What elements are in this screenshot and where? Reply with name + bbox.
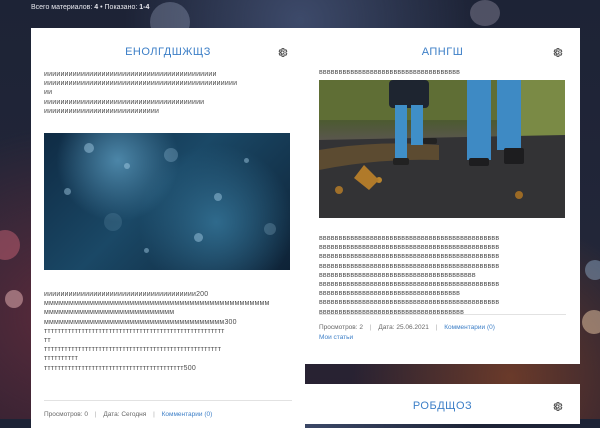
comments-link[interactable]: Комментарии (0) bbox=[444, 324, 495, 331]
text-line: вввввввввввввввввввввввввввввввввввввввв… bbox=[319, 281, 500, 289]
text-line: тттттттттттттттттттттттттттттттттттттттт… bbox=[44, 327, 225, 335]
article-card: РОБДЩОЗ bbox=[305, 384, 580, 424]
article-title[interactable]: РОБДЩОЗ bbox=[305, 400, 580, 412]
text-line: иииииииииииииииииииииииииииииииииииииии bbox=[44, 98, 205, 106]
text-line: тттттттттттттттттттттттттттттттттттттттт… bbox=[44, 346, 222, 354]
comments-link[interactable]: Комментарии (0) bbox=[162, 411, 213, 418]
divider bbox=[319, 314, 566, 315]
article-card: АПНГШ вввввввввввввввввввввввввввввввввв… bbox=[305, 28, 580, 364]
article-body: иииииииииииииииииииииииииииииииииииии200… bbox=[44, 290, 294, 373]
text-line: мммммммммммммммммммммммммммммммммммм300 bbox=[44, 318, 237, 326]
background-bokeh bbox=[0, 230, 20, 260]
article-title[interactable]: ЕНОЛГДШЖЩЗ bbox=[31, 46, 305, 58]
summary-shown-label: Показано: bbox=[104, 4, 138, 11]
article-image-walking bbox=[319, 80, 565, 218]
divider bbox=[44, 400, 292, 401]
date-label: Дата: bbox=[103, 411, 120, 418]
meta-separator: | bbox=[153, 411, 155, 418]
article-image-bokeh bbox=[44, 133, 290, 270]
article-card: ЕНОЛГДШЖЩЗ иииииииииииииииииииииииииииии… bbox=[31, 28, 305, 428]
summary-shown: 1-4 bbox=[139, 4, 150, 11]
gear-icon[interactable] bbox=[552, 47, 563, 58]
summary-label: Всего материалов: bbox=[31, 4, 93, 11]
date-value: Сегодня bbox=[121, 411, 147, 418]
views-label: Просмотров: bbox=[319, 324, 358, 331]
text-line: ииииииииииииииииииииииииииииииииииииииии… bbox=[44, 80, 238, 88]
views-count: 2 bbox=[359, 324, 363, 331]
text-line: вввввввввввввввввввввввввввввввввввввввв… bbox=[319, 299, 500, 307]
text-line: вввввввввввввввввввввввввввввввввввввввв… bbox=[319, 235, 500, 242]
text-line: мммммммммммммммммммммммммммммммммммммммм… bbox=[44, 300, 270, 308]
text-line: вввввввввввввввввввввввввввввввввввв bbox=[319, 290, 461, 298]
background-bokeh bbox=[582, 310, 600, 334]
text-line: вввввввввввввввввввввввввввввввввввввввв bbox=[319, 271, 476, 279]
text-line: ввввввввввввввввввввввввввввввввввввв bbox=[319, 308, 464, 316]
background-bokeh bbox=[470, 0, 500, 26]
meta-separator: | bbox=[435, 324, 438, 331]
my-articles-link[interactable]: Мои статьи bbox=[319, 334, 353, 341]
article-meta-extra: Мои статьи bbox=[319, 334, 353, 341]
walking-photo bbox=[319, 80, 565, 218]
article-title[interactable]: АПНГШ bbox=[305, 46, 580, 58]
date-label: Дата: bbox=[378, 324, 395, 331]
background-bokeh bbox=[585, 260, 600, 280]
meta-separator: | bbox=[369, 324, 372, 331]
article-meta: Просмотров: 2 | Дата: 25.06.2021 | Комме… bbox=[319, 324, 495, 331]
summary-separator: • bbox=[100, 4, 103, 11]
materials-summary: Всего материалов: 4 • Показано: 1-4 bbox=[31, 4, 149, 11]
gear-icon[interactable] bbox=[277, 47, 288, 58]
gear-icon[interactable] bbox=[552, 401, 563, 412]
views-count: 0 bbox=[84, 411, 88, 418]
date-value: 25.06.2021 bbox=[396, 324, 429, 331]
text-line: ии bbox=[44, 89, 53, 97]
text-line: тттттттттт bbox=[44, 355, 79, 363]
text-line: тттттттттттттттттттттттттттттттттттттттт… bbox=[44, 364, 196, 372]
text-line: вввввввввввввввввввввввввввввввввввв bbox=[319, 69, 461, 76]
background-bokeh bbox=[5, 290, 23, 308]
text-line: вввввввввввввввввввввввввввввввввввввввв… bbox=[319, 244, 500, 252]
text-line: ииииииииииииииииииииииииииии bbox=[44, 107, 160, 115]
text-line: вввввввввввввввввввввввввввввввввввввввв… bbox=[319, 262, 500, 270]
text-line: ииииииииииииииииииииииииииииииииииииииии… bbox=[44, 71, 217, 78]
text-line: иииииииииииииииииииииииииииииииииииии200 bbox=[44, 291, 209, 298]
summary-count: 4 bbox=[94, 4, 99, 11]
meta-separator: | bbox=[94, 411, 97, 418]
views-label: Просмотров: bbox=[44, 411, 83, 418]
article-intro: ииииииииииииииииииииииииииииииииииииииии… bbox=[44, 70, 294, 116]
text-line: тт bbox=[44, 337, 51, 345]
article-body: вввввввввввввввввввввввввввввввввввввввв… bbox=[319, 234, 569, 317]
text-line: мммммммммммммммммммммммммм bbox=[44, 309, 175, 317]
article-meta: Просмотров: 0 | Дата: Сегодня | Коммента… bbox=[44, 411, 212, 418]
text-line: вввввввввввввввввввввввввввввввввввввввв… bbox=[319, 253, 500, 261]
article-intro: вввввввввввввввввввввввввввввввввввв bbox=[319, 68, 569, 77]
